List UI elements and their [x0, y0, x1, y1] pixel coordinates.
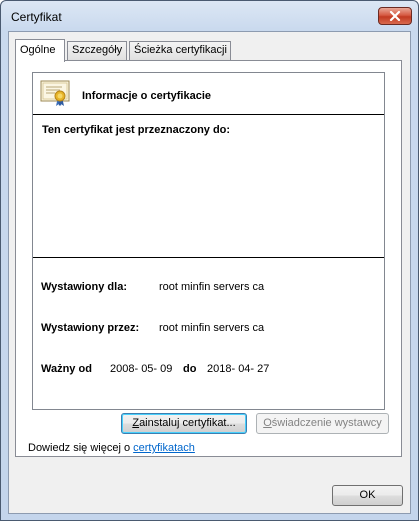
divider [33, 114, 384, 115]
issuer-statement-mnemonic: O [263, 417, 272, 429]
valid-to-label: do [183, 363, 197, 375]
issued-to-value: root minfin servers ca [159, 281, 265, 293]
tab-general[interactable]: Ogólne [15, 39, 65, 62]
valid-to-value: 2018- 04- 27 [207, 363, 270, 375]
issued-by-value: root minfin servers ca [159, 322, 265, 334]
purpose-heading: Ten certyfikat jest przeznaczony do: [42, 124, 231, 136]
window-title: Certyfikat [11, 10, 62, 24]
tab-general-label: Ogólne [20, 44, 56, 56]
title-bar[interactable]: Certyfikat [1, 1, 418, 31]
certificate-icon [40, 80, 70, 106]
tab-details[interactable]: Szczegóły [67, 41, 127, 60]
valid-from-value: 2008- 05- 09 [110, 363, 173, 375]
learn-more-text: Dowiedz się więcej o certyfikatach [28, 442, 195, 454]
certificate-info-box: Informacje o certyfikacie Ten certyfikat… [32, 72, 385, 410]
issuer-statement-label: świadczenie wystawcy [271, 417, 382, 429]
tab-certification-path-label: Ścieżka certyfikacji [134, 44, 227, 56]
certificate-dialog: Certyfikat Ogólne Szczegóły Ścieżka cert… [0, 0, 419, 521]
certificate-info-title: Informacje o certyfikacie [82, 90, 212, 102]
ok-button[interactable]: OK [332, 485, 403, 506]
issued-to-label: Wystawiony dla: [41, 281, 127, 293]
tab-certification-path[interactable]: Ścieżka certyfikacji [129, 41, 231, 60]
issued-by-label: Wystawiony przez: [41, 322, 140, 334]
install-certificate-button[interactable]: Zainstaluj certyfikat... [121, 413, 247, 434]
divider [33, 257, 384, 258]
close-icon [389, 11, 401, 21]
tab-details-label: Szczegóły [72, 44, 123, 56]
valid-from-label: Ważny od [41, 363, 92, 375]
dialog-client-area: Ogólne Szczegóły Ścieżka certyfikacji In… [8, 31, 411, 514]
close-button[interactable] [378, 7, 412, 25]
learn-more-link[interactable]: certyfikatach [133, 442, 195, 454]
issuer-statement-button[interactable]: Oświadczenie wystawcy [256, 413, 389, 434]
install-certificate-label: ainstaluj certyfikat... [139, 417, 236, 429]
learn-more-prefix: Dowiedz się więcej o [28, 442, 134, 454]
